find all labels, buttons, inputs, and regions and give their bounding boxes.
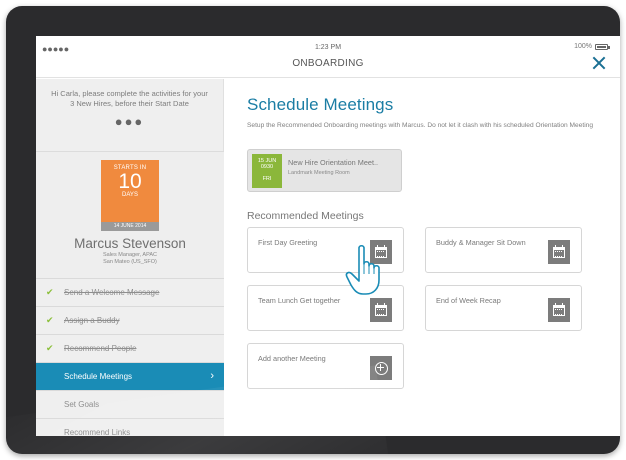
calendar-icon[interactable] bbox=[370, 298, 392, 322]
start-date: 14 JUNE 2014 bbox=[101, 222, 159, 231]
meeting-title: New Hire Orientation Meet.. bbox=[288, 158, 379, 167]
calendar-icon[interactable] bbox=[370, 240, 392, 264]
task-assign-buddy[interactable]: ✔ Assign a Buddy bbox=[36, 306, 224, 334]
task-label: Recommend Links bbox=[64, 428, 131, 436]
task-recommend-people[interactable]: ✔ Recommend People bbox=[36, 334, 224, 362]
meeting-date-badge: 15 JUN 0930 FRI bbox=[252, 154, 282, 188]
sidebar: Hi Carla, please complete the activities… bbox=[36, 79, 224, 436]
main-content: Schedule Meetings Setup the Recommended … bbox=[225, 79, 620, 436]
new-hire-location: San Mateo (US_SFO) bbox=[103, 259, 157, 265]
new-hire-name: Marcus Stevenson bbox=[74, 236, 186, 251]
meeting-card-label: End of Week Recap bbox=[436, 296, 501, 305]
task-recommend-links[interactable]: Recommend Links bbox=[36, 418, 224, 436]
battery-icon bbox=[595, 43, 610, 50]
meeting-weekday: FRI bbox=[262, 176, 272, 182]
countdown-unit: DAYS bbox=[122, 192, 138, 198]
calendar-icon[interactable] bbox=[548, 240, 570, 264]
new-hire-meta: Sales Manager, APAC San Mateo (US_SFO) bbox=[36, 252, 224, 266]
meeting-card-first-day-greeting[interactable]: First Day Greeting bbox=[247, 227, 404, 273]
pager-dots-icon[interactable]: ●●● bbox=[50, 115, 209, 128]
meeting-card-label: Buddy & Manager Sit Down bbox=[436, 238, 526, 247]
check-icon: ✔ bbox=[46, 287, 54, 297]
countdown-number: 10 bbox=[118, 170, 142, 193]
status-time: 1:23 PM bbox=[314, 44, 342, 51]
meeting-card-team-lunch[interactable]: Team Lunch Get together bbox=[247, 285, 404, 331]
check-icon: ✔ bbox=[46, 343, 54, 353]
task-label: Send a Welcome Message bbox=[64, 288, 160, 297]
calendar-icon[interactable] bbox=[548, 298, 570, 322]
tablet-frame: ●●●●● 1:23 PM 100% ONBOARDING Hi Carla, … bbox=[6, 6, 620, 454]
task-label: Recommend People bbox=[64, 344, 137, 353]
task-list: ✔ Send a Welcome Message ✔ Assign a Budd… bbox=[36, 278, 224, 436]
page-title-header: ONBOARDING bbox=[292, 58, 364, 69]
add-meeting-card[interactable]: Add another Meeting bbox=[247, 343, 404, 389]
task-schedule-meetings[interactable]: Schedule Meetings › bbox=[36, 362, 224, 390]
section-heading: Schedule Meetings bbox=[247, 95, 394, 114]
meeting-card-label: Team Lunch Get together bbox=[258, 296, 341, 305]
check-icon: ✔ bbox=[46, 315, 54, 325]
intro-text: Hi Carla, please complete the activities… bbox=[51, 89, 208, 108]
meeting-card-buddy-manager[interactable]: Buddy & Manager Sit Down bbox=[425, 227, 582, 273]
task-send-welcome-message[interactable]: ✔ Send a Welcome Message bbox=[36, 278, 224, 306]
section-description: Setup the Recommended Onboarding meeting… bbox=[247, 122, 593, 129]
task-label: Schedule Meetings bbox=[64, 372, 133, 381]
top-bar: ●●●●● 1:23 PM 100% ONBOARDING bbox=[36, 36, 620, 78]
meeting-card-label: Add another Meeting bbox=[258, 354, 326, 363]
meeting-card-end-of-week[interactable]: End of Week Recap bbox=[425, 285, 582, 331]
battery-percent: 100% bbox=[574, 43, 592, 50]
task-label: Set Goals bbox=[64, 400, 100, 409]
meeting-card-label: First Day Greeting bbox=[258, 238, 318, 247]
plus-circle-icon[interactable] bbox=[370, 356, 392, 380]
new-hire-profile: STARTS IN 10 DAYS 14 JUNE 2014 Marcus St… bbox=[36, 151, 224, 278]
battery-indicator: 100% bbox=[574, 43, 610, 50]
app-screen: ●●●●● 1:23 PM 100% ONBOARDING Hi Carla, … bbox=[36, 36, 620, 436]
start-countdown: STARTS IN 10 DAYS bbox=[101, 160, 159, 222]
task-set-goals[interactable]: Set Goals bbox=[36, 390, 224, 418]
new-hire-role: Sales Manager, APAC bbox=[102, 252, 157, 258]
task-label: Assign a Buddy bbox=[64, 316, 120, 325]
scheduled-meeting-card[interactable]: 15 JUN 0930 FRI New Hire Orientation Mee… bbox=[247, 149, 402, 192]
close-icon[interactable] bbox=[592, 56, 606, 70]
sidebar-intro: Hi Carla, please complete the activities… bbox=[36, 79, 223, 151]
chevron-right-icon: › bbox=[210, 370, 214, 382]
meeting-location: Landmark Meeting Room bbox=[288, 170, 350, 176]
meeting-time: 0930 bbox=[260, 164, 274, 170]
recommended-heading: Recommended Meetings bbox=[247, 210, 364, 222]
